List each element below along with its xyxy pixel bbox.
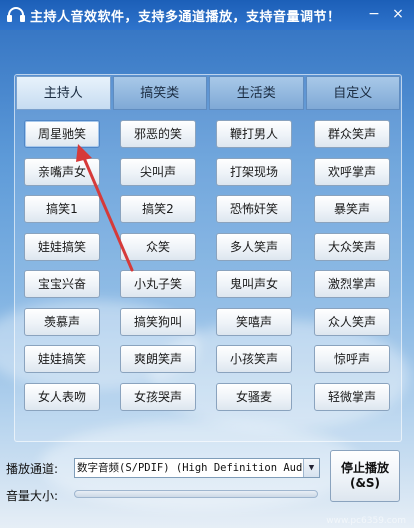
sound-button[interactable]: 恐怖奸笑 bbox=[216, 195, 292, 223]
sound-button[interactable]: 娃娃搞笑 bbox=[24, 232, 100, 261]
stop-button[interactable]: 停止播放 (&S) bbox=[330, 450, 400, 502]
sound-button[interactable]: 大众笑声 bbox=[314, 232, 390, 261]
sound-button[interactable]: 亲嘴声女 bbox=[24, 157, 100, 186]
sound-button[interactable]: 邪恶的笑 bbox=[120, 120, 196, 148]
minimize-icon[interactable]: − bbox=[364, 5, 384, 23]
sound-button[interactable]: 惊呼声 bbox=[314, 345, 390, 373]
stop-button-shortcut: (&S) bbox=[349, 476, 381, 490]
sound-button[interactable]: 小丸子笑 bbox=[120, 270, 196, 298]
sound-button[interactable]: 爽朗笑声 bbox=[120, 345, 196, 373]
sound-button[interactable]: 尖叫声 bbox=[120, 157, 196, 186]
sound-button[interactable]: 女孩哭声 bbox=[120, 382, 196, 411]
sound-button[interactable]: 轻微掌声 bbox=[314, 382, 390, 411]
tab-custom[interactable]: 自定义 bbox=[305, 76, 400, 110]
title-bar: 主持人音效软件，支持多通道播放，支持音量调节！ − × bbox=[0, 0, 414, 30]
sound-button[interactable]: 羡慕声 bbox=[24, 307, 100, 336]
app-window: 主持人音效软件，支持多通道播放，支持音量调节！ − × 主持人 搞笑类 生活类 … bbox=[0, 0, 414, 528]
channel-select-value: 数字音频(S/PDIF) (High Definition Aud bbox=[77, 462, 303, 474]
window-controls: − × bbox=[364, 5, 408, 23]
sound-button[interactable]: 笑嘻声 bbox=[216, 307, 292, 336]
sound-button[interactable]: 搞笑2 bbox=[120, 195, 196, 223]
watermark: www.pc6359.com bbox=[326, 516, 406, 526]
headphones-icon bbox=[7, 7, 25, 23]
volume-slider[interactable] bbox=[74, 490, 318, 498]
sound-button[interactable]: 搞笑1 bbox=[24, 195, 100, 223]
sound-button[interactable]: 欢呼掌声 bbox=[314, 157, 390, 186]
sound-button[interactable]: 小孩笑声 bbox=[216, 345, 292, 373]
sound-button[interactable]: 众笑 bbox=[120, 232, 196, 261]
sound-button[interactable]: 女骚麦 bbox=[216, 382, 292, 411]
channel-select[interactable]: 数字音频(S/PDIF) (High Definition Aud ▼ bbox=[74, 458, 320, 478]
sound-button[interactable]: 娃娃搞笑 bbox=[24, 345, 100, 373]
sound-button[interactable]: 鞭打男人 bbox=[216, 120, 292, 148]
sound-button[interactable]: 群众笑声 bbox=[314, 120, 390, 148]
tab-host[interactable]: 主持人 bbox=[16, 76, 111, 110]
sound-button[interactable]: 搞笑狗叫 bbox=[120, 307, 196, 336]
sound-button[interactable]: 宝宝兴奋 bbox=[24, 270, 100, 298]
sound-button[interactable]: 女人表吻 bbox=[24, 382, 100, 411]
volume-label: 音量大小: bbox=[6, 489, 59, 503]
sound-button[interactable]: 激烈掌声 bbox=[314, 270, 390, 298]
sound-button[interactable]: 鬼叫声女 bbox=[216, 270, 292, 298]
sound-button[interactable]: 周星驰笑 bbox=[24, 120, 100, 148]
sound-button[interactable]: 众人笑声 bbox=[314, 307, 390, 336]
sound-button[interactable]: 多人笑声 bbox=[216, 232, 292, 261]
tab-funny[interactable]: 搞笑类 bbox=[112, 76, 207, 110]
close-icon[interactable]: × bbox=[388, 5, 408, 23]
channel-label: 播放通道: bbox=[6, 462, 59, 476]
stop-button-label: 停止播放 bbox=[340, 461, 389, 475]
tab-life[interactable]: 生活类 bbox=[209, 76, 304, 110]
category-tabs: 主持人 搞笑类 生活类 自定义 bbox=[16, 76, 400, 110]
window-title: 主持人音效软件，支持多通道播放，支持音量调节！ bbox=[30, 9, 341, 25]
sound-button[interactable]: 打架现场 bbox=[216, 157, 292, 186]
chevron-down-icon[interactable]: ▼ bbox=[303, 459, 319, 477]
sound-button[interactable]: 暴笑声 bbox=[314, 195, 390, 223]
